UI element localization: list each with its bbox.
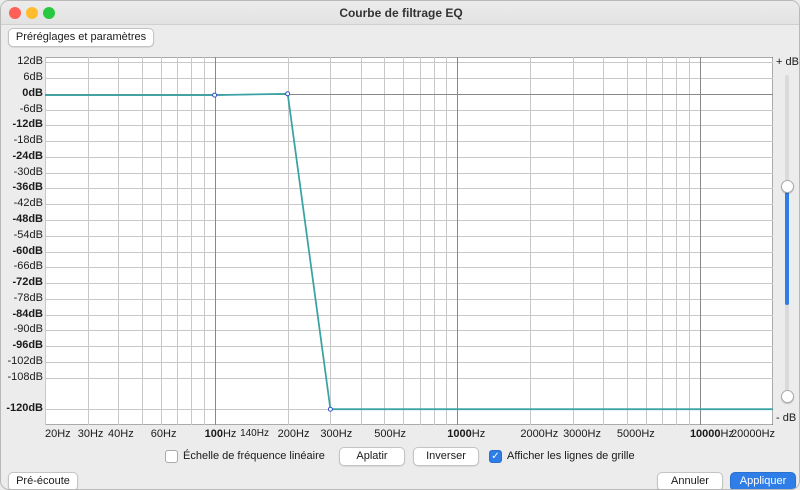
frequency-tick-label: 100Hz bbox=[204, 428, 237, 440]
frequency-tick-label: 1000Hz bbox=[447, 428, 486, 440]
frequency-tick-label: 20Hz bbox=[45, 428, 71, 440]
frequency-tick-label: 20000Hz bbox=[731, 428, 776, 440]
db-slider-bottom-label: - dB bbox=[776, 412, 797, 424]
linear-scale-label: Échelle de fréquence linéaire bbox=[183, 450, 325, 462]
frequency-tick-label: 500Hz bbox=[374, 428, 407, 440]
grid-lines-checkbox[interactable]: ✓ bbox=[489, 450, 502, 463]
db-slider-fill bbox=[785, 187, 789, 305]
invert-button[interactable]: Inverser bbox=[413, 447, 479, 466]
frequency-tick-label: 60Hz bbox=[150, 428, 177, 440]
db-slider-min-handle[interactable] bbox=[781, 390, 794, 403]
frequency-tick-label: 5000Hz bbox=[616, 428, 655, 440]
apply-button[interactable]: Appliquer bbox=[730, 472, 796, 489]
preview-button[interactable]: Pré-écoute bbox=[8, 472, 78, 489]
frequency-tick-label: 40Hz bbox=[108, 428, 134, 440]
frequency-axis: 20Hz 30Hz 40Hz 60Hz 100Hz 140Hz 200Hz 300Hz 500H… bbox=[1, 1, 799, 441]
frequency-tick-label: 2000Hz bbox=[520, 428, 559, 440]
db-slider-max-handle[interactable] bbox=[781, 180, 794, 193]
frequency-tick-label: 200Hz bbox=[277, 428, 310, 440]
db-slider-track[interactable] bbox=[785, 75, 789, 397]
db-slider-top-label: + dB bbox=[776, 56, 799, 68]
flatten-button[interactable]: Aplatir bbox=[339, 447, 405, 466]
cancel-button[interactable]: Annuler bbox=[657, 472, 723, 489]
linear-scale-checkbox[interactable] bbox=[165, 450, 178, 463]
eq-window: Courbe de filtrage EQ Préréglages et par… bbox=[0, 0, 800, 490]
frequency-tick-label: 30Hz bbox=[77, 428, 104, 440]
grid-lines-label: Afficher les lignes de grille bbox=[507, 450, 635, 462]
frequency-tick-label: 10000Hz bbox=[689, 428, 734, 440]
frequency-tick-label: 3000Hz bbox=[563, 428, 601, 440]
frequency-tick-label: 140Hz bbox=[240, 428, 269, 439]
frequency-tick-label: 300Hz bbox=[320, 428, 353, 440]
